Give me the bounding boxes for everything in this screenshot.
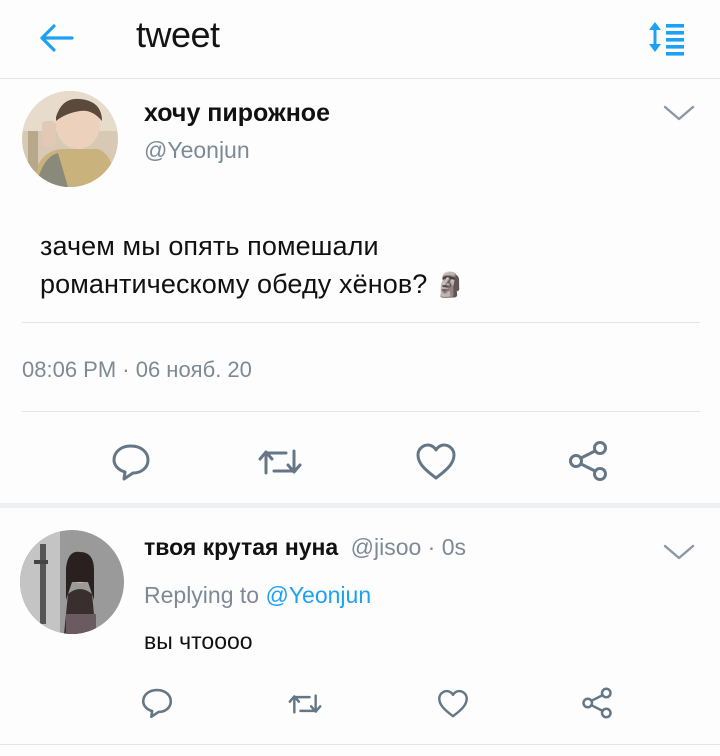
tweet-timestamp: 08:06 PM · 06 нояб. 20 <box>22 357 252 382</box>
reply-icon[interactable] <box>140 686 174 720</box>
sort-list-icon[interactable] <box>648 18 688 58</box>
separator-dot: · <box>427 534 436 560</box>
arrow-left-icon[interactable] <box>36 18 76 58</box>
reply-text: вы чтоооо <box>144 628 253 654</box>
moai-emoji: 🗿 <box>435 272 466 299</box>
chevron-down-icon[interactable] <box>662 103 696 123</box>
reply-time: 0s <box>441 534 467 560</box>
reply-icon[interactable] <box>110 441 152 483</box>
avatar[interactable] <box>22 91 118 187</box>
like-icon[interactable] <box>436 688 470 720</box>
page-title: tweet <box>136 14 220 55</box>
retweet-icon[interactable] <box>286 688 324 720</box>
user-handle[interactable]: @Yeonjun <box>144 137 250 164</box>
replying-to-link[interactable]: @Yeonjun <box>265 582 371 608</box>
reply-header: твоя крутая нуна @jisoo · 0s <box>144 534 466 561</box>
avatar-photo <box>22 91 118 187</box>
display-name[interactable]: твоя крутая нуна <box>144 534 338 560</box>
replying-to: Replying to @Yeonjun <box>144 582 371 609</box>
avatar-photo <box>20 530 124 634</box>
avatar[interactable] <box>20 530 124 634</box>
tweet-text-body: романтическому обеду хёнов? <box>40 269 428 299</box>
tweet-text-line-1: зачем мы опять помешали <box>40 231 379 261</box>
reply-tweet: твоя крутая нуна @jisoo · 0s Replying to… <box>0 508 720 756</box>
display-name[interactable]: хочу пирожное <box>144 99 330 128</box>
chevron-down-icon[interactable] <box>662 542 696 562</box>
tweet-divider <box>22 322 700 323</box>
retweet-icon[interactable] <box>256 441 304 483</box>
bottom-divider <box>0 744 720 745</box>
share-icon[interactable] <box>580 686 614 720</box>
tweet-divider <box>22 411 700 412</box>
like-icon[interactable] <box>414 441 458 483</box>
replying-to-label: Replying to <box>144 582 260 608</box>
app-header: tweet <box>0 0 720 78</box>
user-handle[interactable]: @jisoo <box>351 534 422 560</box>
main-tweet: хочу пирожное @Yeonjun зачем мы опять по… <box>0 79 720 509</box>
tweet-text-line-2: романтическому обеду хёнов? 🗿 <box>40 265 465 305</box>
share-icon[interactable] <box>566 439 610 483</box>
